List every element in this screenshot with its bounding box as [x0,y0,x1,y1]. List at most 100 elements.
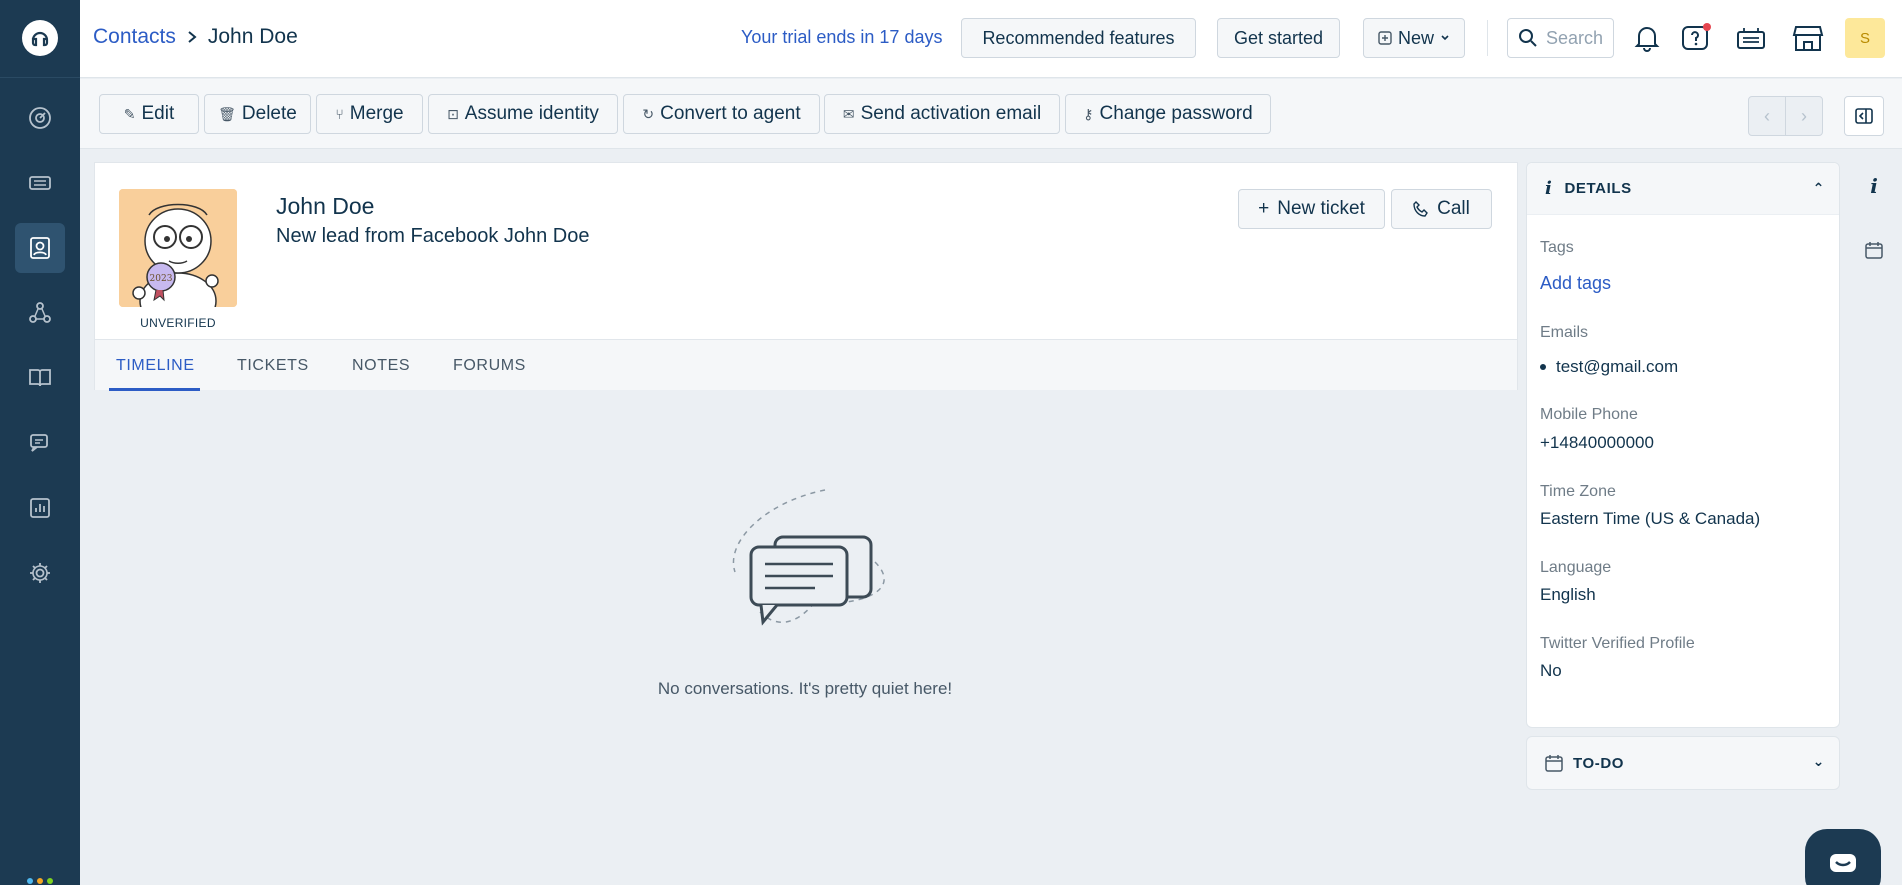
bullet-icon [1540,364,1546,370]
details-title: DETAILS [1564,180,1632,197]
reports-icon[interactable] [15,483,65,533]
convert-label: Convert to agent [660,103,801,124]
new-dropdown-button[interactable]: New [1363,18,1465,58]
next-record-button[interactable]: › [1786,97,1822,135]
calendar-rail-icon[interactable] [1862,238,1886,262]
convert-icon: ↻ [642,105,655,122]
previous-record-button[interactable]: ‹ [1749,97,1786,135]
dashboard-icon[interactable] [15,93,65,143]
send-activation-email-button[interactable]: ✉ Send activation email [824,94,1060,134]
tab-forums[interactable]: FORUMS [453,357,526,375]
recommended-features-button[interactable]: Recommended features [961,18,1196,58]
time-zone-value: Eastern Time (US & Canada) [1540,509,1761,528]
change-password-button[interactable]: ⚷ Change password [1065,94,1271,134]
todo-panel-header[interactable]: TO-DO ⌄ [1526,736,1840,790]
email-value[interactable]: test@gmail.com [1556,357,1678,377]
tab-tickets[interactable]: TICKETS [237,357,309,375]
add-tags-link[interactable]: Add tags [1540,273,1611,294]
trial-notice[interactable]: Your trial ends in 17 days [741,27,942,48]
toggle-sidebar-button[interactable] [1844,96,1884,136]
contact-tabs: TIMELINE TICKETS NOTES FORUMS [95,339,1517,391]
sidebar-toggle-icon [1855,108,1873,124]
trash-icon: 🗑 [218,105,236,122]
edit-pencil-icon: ✎ [123,105,136,122]
call-label: Call [1437,198,1470,219]
tickets-icon[interactable] [15,158,65,208]
search-input[interactable]: Search [1507,18,1614,58]
breadcrumb-current: John Doe [207,25,298,48]
chevron-down-icon: ⌄ [1812,753,1825,769]
edit-button[interactable]: ✎ Edit [99,94,199,134]
info-rail-icon[interactable]: i [1862,174,1886,198]
settings-gear-icon[interactable] [15,548,65,598]
empty-state-message: No conversations. It's pretty quiet here… [657,679,953,698]
active-tab-indicator [109,388,200,391]
convert-to-agent-button[interactable]: ↻ Convert to agent [623,94,820,134]
verification-status-label: UNVERIFIED [140,316,216,330]
app-switcher-dots-icon[interactable] [27,878,53,884]
get-started-button[interactable]: Get started [1217,18,1340,58]
notifications-bell-icon[interactable] [1628,19,1666,57]
phone-icon [1413,201,1429,217]
mobile-phone-value[interactable]: +14840000000 [1540,433,1654,453]
forums-icon[interactable] [15,418,65,468]
language-label: Language [1540,559,1612,576]
delete-button[interactable]: 🗑 Delete [204,94,311,134]
contacts-icon[interactable] [15,223,65,273]
breadcrumb: Contacts John Doe [93,25,298,49]
new-ticket-button[interactable]: + New ticket [1238,189,1385,229]
merge-icon: ⑂ [335,106,344,122]
contact-toolbar: ✎ Edit 🗑 Delete ⑂ Merge ⊡ Assume identit… [80,79,1902,149]
twitter-verified-label: Twitter Verified Profile [1540,635,1695,652]
twitter-verified-value: No [1540,661,1562,680]
time-zone-label: Time Zone [1540,483,1616,500]
freshdesk-logo-icon[interactable] [22,20,58,56]
chevron-right-icon [188,31,197,43]
edit-label: Edit [141,103,175,124]
info-icon: i [1545,178,1553,199]
knowledge-base-icon[interactable] [15,353,65,403]
mobile-phone-label: Mobile Phone [1540,406,1638,423]
nav-divider [0,77,80,78]
contact-avatar-image: 2023 [119,189,237,307]
new-ticket-label: New ticket [1277,198,1365,219]
breadcrumb-contacts-link[interactable]: Contacts [93,25,176,49]
calendar-icon [1545,755,1563,772]
search-icon [1519,29,1537,47]
delete-label: Delete [241,103,297,124]
identity-icon: ⊡ [447,105,459,122]
details-panel: i DETAILS ⌃ Tags Add tags Emails test@gm… [1526,162,1840,728]
tab-timeline[interactable]: TIMELINE [116,357,195,375]
merge-label: Merge [349,103,404,124]
help-icon[interactable] [1677,19,1715,57]
tab-notes[interactable]: NOTES [352,357,410,375]
emails-label: Emails [1540,324,1589,341]
contact-profile-card: 2023 UNVERIFIED John Doe New lead from F… [94,162,1518,391]
chevron-left-icon: ‹ [1764,105,1770,126]
header-divider [1487,20,1488,56]
contact-name: John Doe [276,193,375,219]
get-started-label: Get started [1233,27,1324,48]
chat-widget-button[interactable] [1805,829,1881,885]
assume-identity-button[interactable]: ⊡ Assume identity [428,94,618,134]
contact-description: New lead from Facebook John Doe [276,225,590,247]
svg-text:2023: 2023 [150,274,173,284]
marketplace-store-icon[interactable] [1789,19,1827,57]
merge-button[interactable]: ⑂ Merge [316,94,423,134]
details-header[interactable]: i DETAILS ⌃ [1527,163,1839,215]
empty-conversations-illustration [655,482,955,647]
send-activation-label: Send activation email [860,103,1042,124]
top-header: Contacts John Doe Your trial ends in 17 … [80,0,1902,78]
recommended-features-label: Recommended features [982,27,1175,48]
chevron-up-icon: ⌃ [1812,180,1825,196]
new-label: New [1397,27,1434,48]
language-value: English [1540,585,1596,604]
todo-title: TO-DO [1573,754,1625,772]
call-button[interactable]: Call [1391,189,1492,229]
groups-icon[interactable] [15,288,65,338]
chevron-down-icon [1441,35,1449,41]
change-password-label: Change password [1099,103,1253,124]
envelope-icon: ✉ [842,105,855,122]
user-avatar[interactable]: S [1845,18,1885,58]
ticket-reminder-icon[interactable] [1732,19,1770,57]
